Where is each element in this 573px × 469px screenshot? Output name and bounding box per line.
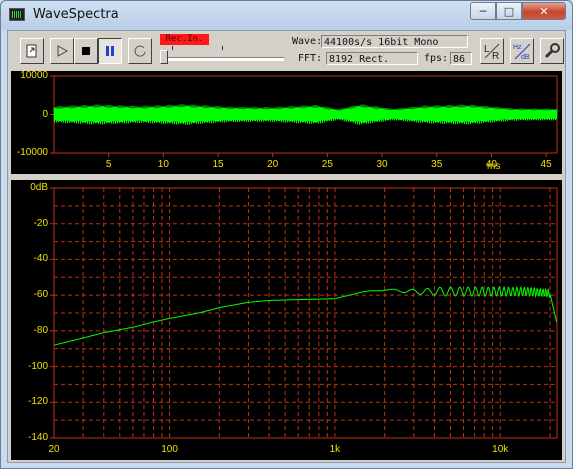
settings-wrench-icon: [544, 43, 560, 59]
waveform-x-unit-label: ms: [487, 161, 501, 172]
close-icon: ✕: [539, 4, 549, 18]
record-level-slider-thumb[interactable]: [160, 50, 168, 64]
minimize-icon: ─: [479, 4, 487, 18]
spectrum-y-tick-label: -120: [27, 396, 48, 408]
client-area: Rec.In. Wave: 44100s/s 16bit Mono FFT: 8…: [7, 30, 566, 463]
record-level-slider-track[interactable]: [164, 57, 284, 61]
stop-button[interactable]: [74, 38, 98, 64]
pause-icon: [106, 46, 114, 56]
spectrum-x-tick-label: 10k: [492, 444, 509, 455]
spectrum-y-tick-label: -140: [27, 432, 48, 443]
waveform-x-tick-label: 45: [540, 159, 552, 170]
waveform-x-tick-label: 20: [267, 159, 279, 170]
spectrum-x-tick-label: 1k: [329, 444, 341, 455]
svg-text:Hz: Hz: [513, 44, 522, 51]
svg-text:R: R: [492, 51, 499, 60]
spectrum-y-tick-label: -60: [33, 289, 48, 301]
spectrum-y-tick-label: -20: [33, 217, 48, 229]
loop-icon: [134, 45, 146, 57]
window-controls: ─ □ ✕: [470, 2, 566, 20]
lr-channel-button[interactable]: LR: [480, 38, 504, 64]
wave-format-field: 44100s/s 16bit Mono: [321, 35, 468, 48]
waveform-x-tick-label: 5: [105, 159, 112, 170]
app-icon: [9, 8, 25, 21]
maximize-icon: □: [503, 4, 515, 18]
toolbar: Rec.In. Wave: 44100s/s 16bit Mono FFT: 8…: [8, 31, 565, 71]
spectrum-y-tick-label: -100: [27, 360, 48, 372]
waveform-x-tick-label: 15: [212, 159, 224, 170]
lr-channel-icon: LR: [484, 43, 500, 60]
spectrum-panel: 0dB -20 -40 -60 -80 -100 -120 -140 20 100 1k 10k: [11, 180, 562, 460]
settings-button[interactable]: [540, 38, 564, 64]
waveform-y-tick-label: 10000: [20, 70, 48, 81]
spectrum-x-tick-label: 20: [48, 444, 60, 455]
open-file-button[interactable]: [20, 38, 44, 64]
svg-text:dB: dB: [521, 54, 530, 61]
minimize-button[interactable]: ─: [470, 2, 496, 20]
close-button[interactable]: ✕: [522, 2, 566, 20]
spectrum-y-tick-label: -40: [33, 253, 48, 265]
spectrum-x-tick-label: 100: [161, 444, 178, 455]
waveform-y-tick-label: 0: [42, 108, 48, 120]
slider-tick: [222, 46, 223, 50]
waveform-x-tick-label: 30: [376, 159, 388, 170]
stop-icon: [82, 47, 90, 55]
waveform-y-tick-label: -10000: [16, 147, 48, 158]
play-icon: [57, 45, 69, 57]
rec-input-indicator: Rec.In.: [160, 34, 209, 45]
fft-settings-field: 8192 Rect.: [326, 52, 418, 65]
waveform-x-tick-label: 25: [321, 159, 333, 170]
waveform-panel: 10000 0 -10000 5 10 15 20 25 30 35 40 45 ms: [11, 71, 562, 174]
fps-label: fps:: [424, 53, 449, 64]
spectrum-y-tick-label: -80: [33, 324, 48, 336]
maximize-button[interactable]: □: [496, 2, 522, 20]
fps-field: 86: [450, 52, 472, 65]
slider-tick: [172, 46, 173, 50]
fft-label: FFT:: [298, 53, 323, 64]
wave-label: Wave:: [292, 36, 323, 47]
hz-db-scale-icon: Hz dB: [513, 43, 531, 61]
spectrum-y-tick-label: 0dB: [30, 182, 48, 193]
play-button[interactable]: [50, 38, 74, 64]
pause-button[interactable]: [98, 38, 122, 64]
title-bar[interactable]: WaveSpectra ─ □ ✕: [1, 1, 572, 29]
waveform-x-tick-label: 35: [431, 159, 443, 170]
hz-db-scale-button[interactable]: Hz dB: [510, 38, 534, 64]
app-window: WaveSpectra ─ □ ✕ Rec.In. Wave: 44100s/s…: [0, 0, 573, 469]
waveform-x-tick-label: 10: [157, 159, 169, 170]
open-file-icon: [26, 44, 37, 58]
loop-button[interactable]: [128, 38, 152, 64]
window-title: WaveSpectra: [33, 7, 119, 22]
